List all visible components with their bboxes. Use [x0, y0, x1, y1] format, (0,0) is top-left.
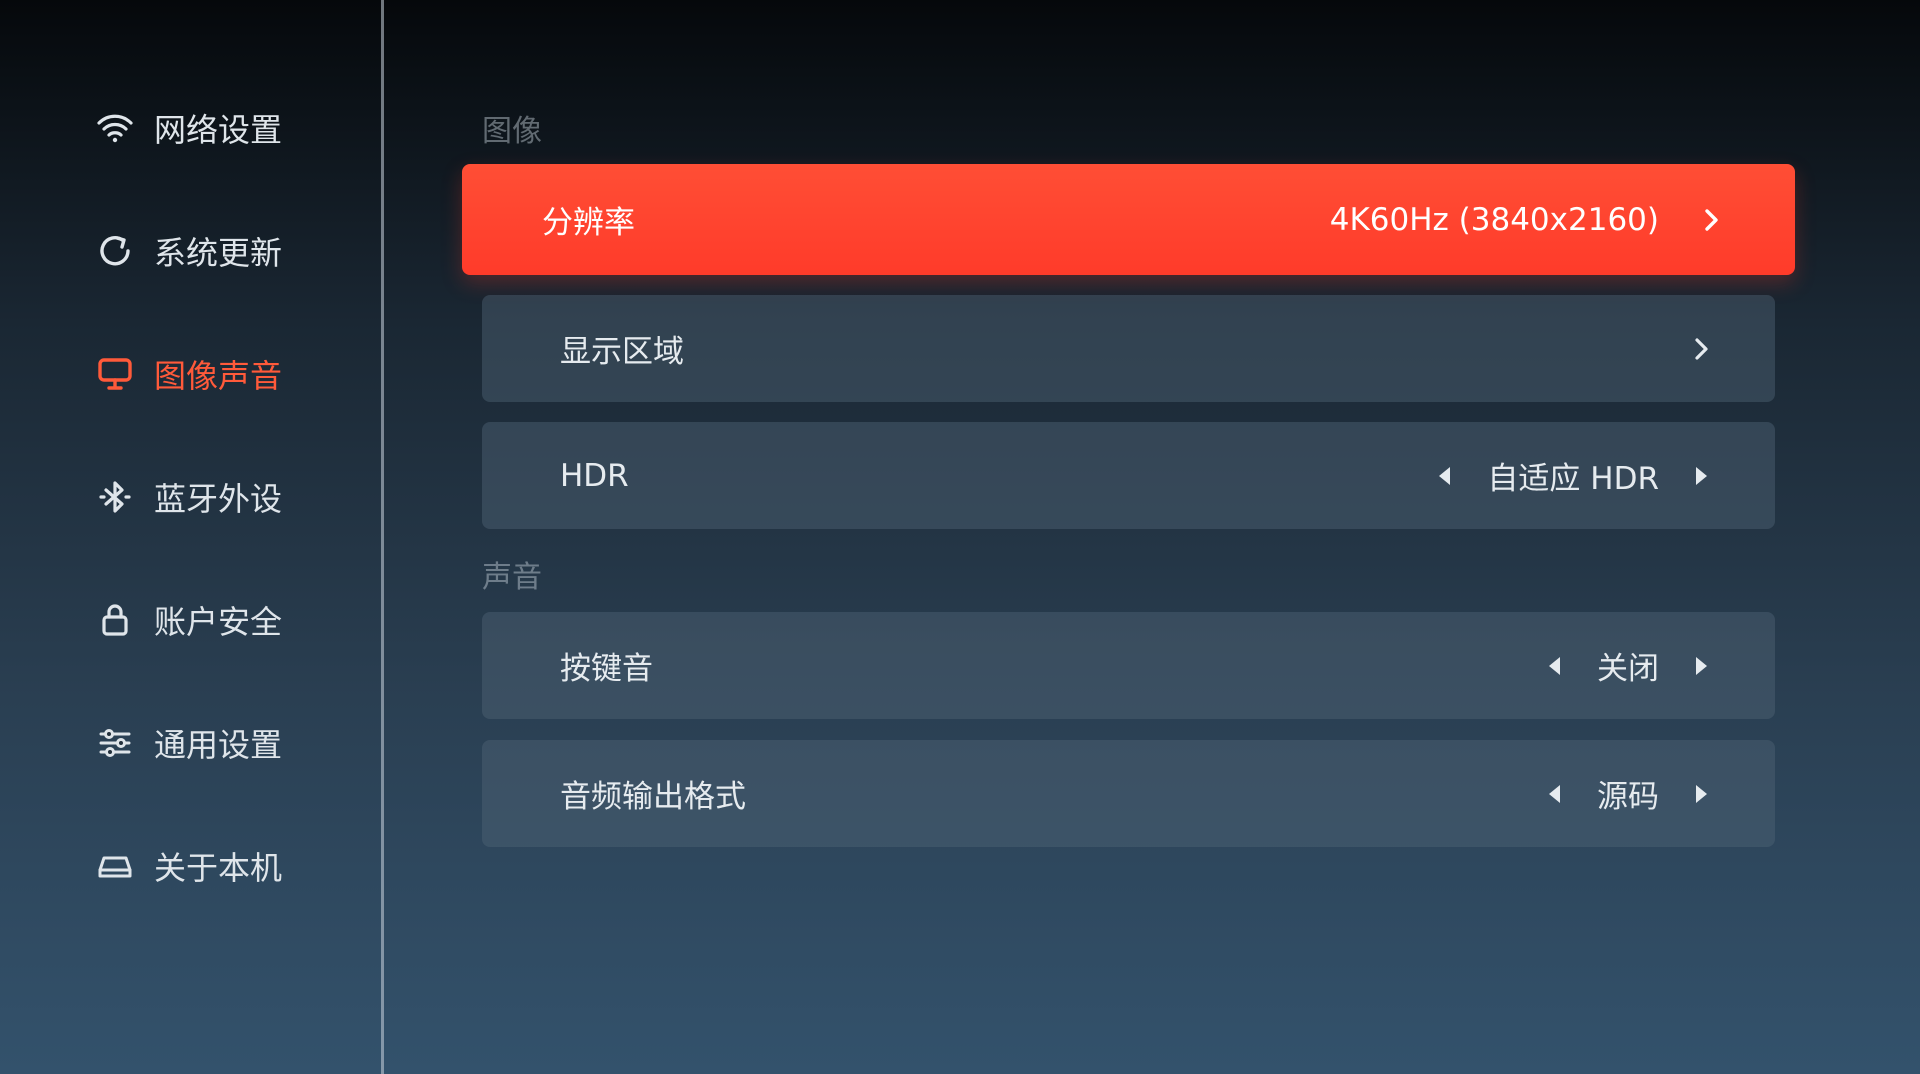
refresh-icon — [92, 228, 138, 274]
triangle-left-icon[interactable] — [1543, 652, 1567, 680]
chevron-right-icon — [1689, 335, 1713, 363]
sidebar-item-label: 图像声音 — [154, 357, 283, 395]
sidebar: 网络设置 系统更新 图像声音 蓝牙外设 账户安全 通用设置 关于本机 — [0, 0, 384, 1074]
chevron-right-icon — [1699, 206, 1723, 234]
row-label: 音频输出格式 — [560, 779, 746, 815]
sidebar-item-label: 网络设置 — [154, 111, 283, 149]
sidebar-item-account-security[interactable]: 账户安全 — [92, 585, 362, 655]
triangle-left-icon[interactable] — [1543, 780, 1567, 808]
sidebar-item-label: 蓝牙外设 — [154, 480, 283, 518]
audio-format-value: 源码 — [1597, 779, 1659, 815]
sidebar-item-label: 账户安全 — [154, 603, 283, 641]
row-label: 显示区域 — [560, 334, 684, 370]
bluetooth-icon — [92, 474, 138, 520]
wifi-icon — [92, 105, 138, 151]
resolution-value: 4K60Hz (3840x2160) — [1329, 201, 1659, 238]
section-title-image: 图像 — [482, 114, 542, 149]
display-area-row[interactable]: 显示区域 — [482, 295, 1775, 402]
audio-output-format-row[interactable]: 音频输出格式 源码 — [482, 740, 1775, 847]
row-value-group: 4K60Hz (3840x2160) — [1330, 202, 1723, 238]
sidebar-item-general-settings[interactable]: 通用设置 — [92, 708, 362, 778]
device-icon — [92, 843, 138, 889]
hdr-row[interactable]: HDR 自适应 HDR — [482, 422, 1775, 529]
sidebar-item-network[interactable]: 网络设置 — [92, 93, 362, 163]
sidebar-item-about[interactable]: 关于本机 — [92, 831, 362, 901]
key-sound-row[interactable]: 按键音 关闭 — [482, 612, 1775, 719]
section-title-sound: 声音 — [482, 560, 542, 595]
row-value-group: 源码 — [1543, 771, 1713, 816]
row-label: 按键音 — [560, 651, 653, 687]
sidebar-item-picture-sound[interactable]: 图像声音 — [92, 339, 362, 409]
row-value-group: 关闭 — [1543, 643, 1713, 688]
triangle-right-icon[interactable] — [1689, 462, 1713, 490]
key-sound-value: 关闭 — [1597, 651, 1659, 687]
triangle-left-icon[interactable] — [1433, 462, 1457, 490]
sidebar-item-bluetooth[interactable]: 蓝牙外设 — [92, 462, 362, 532]
sidebar-item-label: 系统更新 — [154, 234, 283, 272]
resolution-row[interactable]: 分辨率 4K60Hz (3840x2160) — [462, 164, 1795, 275]
row-value-group: 自适应 HDR — [1433, 453, 1713, 498]
hdr-value: 自适应 HDR — [1487, 461, 1659, 497]
sliders-icon — [92, 720, 138, 766]
triangle-right-icon[interactable] — [1689, 780, 1713, 808]
triangle-right-icon[interactable] — [1689, 652, 1713, 680]
row-value-group — [1689, 335, 1713, 363]
row-label: 分辨率 — [542, 205, 635, 241]
row-label: HDR — [560, 457, 629, 494]
sidebar-item-label: 通用设置 — [154, 726, 283, 764]
sidebar-item-system-update[interactable]: 系统更新 — [92, 216, 362, 286]
monitor-icon — [92, 351, 138, 397]
sidebar-item-label: 关于本机 — [154, 849, 283, 887]
lock-icon — [92, 597, 138, 643]
